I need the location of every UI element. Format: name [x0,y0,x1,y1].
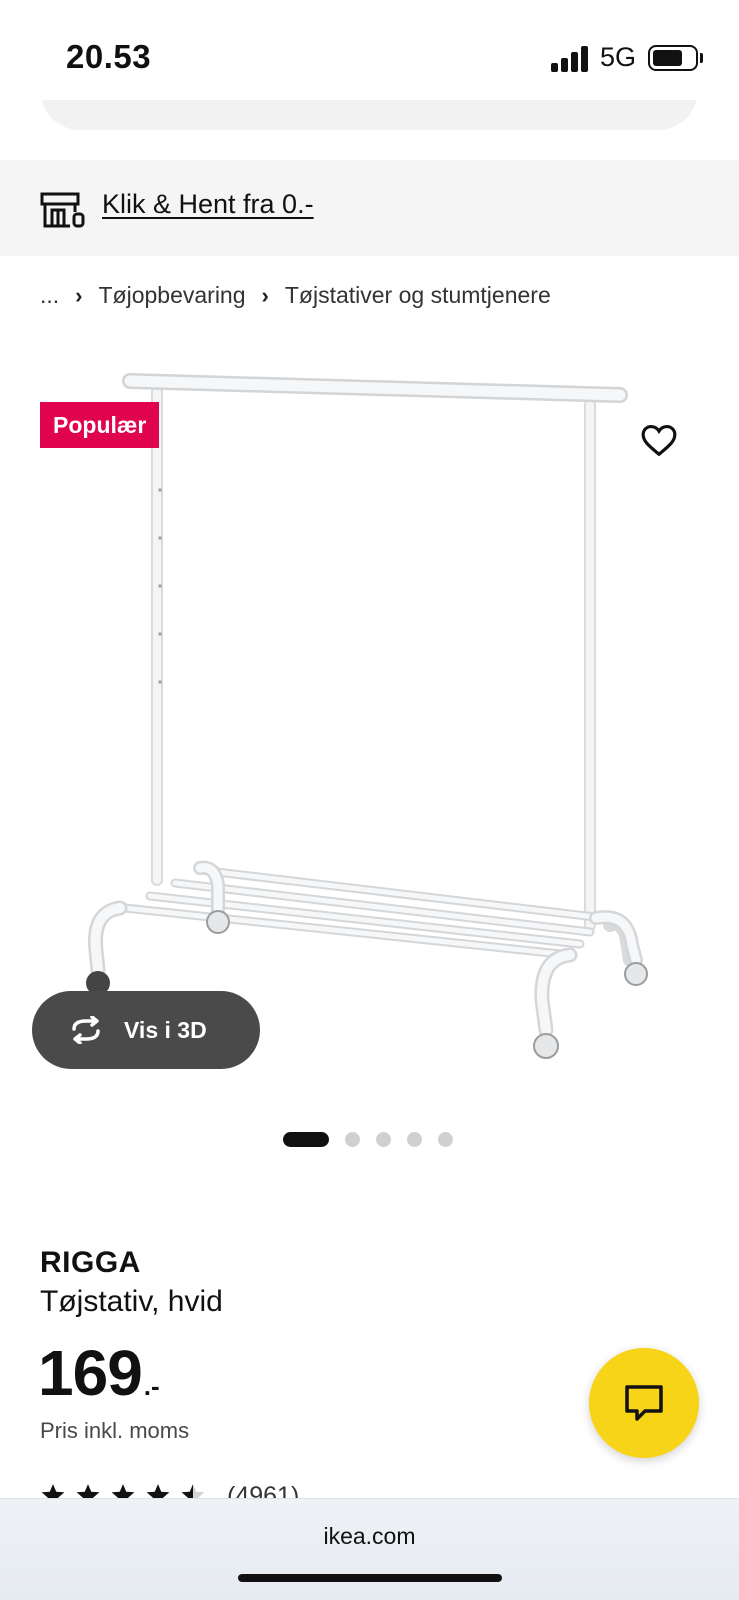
price-suffix: .- [143,1371,160,1401]
breadcrumb-separator: › [75,282,83,308]
popular-badge: Populær [40,402,160,448]
heart-icon[interactable] [640,422,678,458]
breadcrumb-item-clothes-racks[interactable]: Tøjstativer og stumtjenere [285,282,551,309]
chat-bubble-icon [625,1385,663,1421]
chat-button[interactable] [589,1348,699,1458]
store-icon [40,192,85,228]
breadcrumb-ellipsis[interactable]: ... [40,282,59,309]
status-bar: 20.53 5G [0,0,739,100]
click-collect-link[interactable]: Klik & Hent fra 0.- [102,189,314,220]
breadcrumb-item-clothes-storage[interactable]: Tøjopbevaring [99,282,246,309]
url-text[interactable]: ikea.com [0,1523,739,1550]
signal-icon [551,46,591,72]
carousel-indicator [283,1132,453,1147]
product-name: RIGGA [40,1246,141,1279]
carousel-dot-active[interactable] [283,1132,329,1147]
product-description: Tøjstativ, hvid [40,1285,223,1318]
rotate-icon [72,1016,100,1044]
breadcrumb: ... › Tøjopbevaring › Tøjstativer og stu… [40,282,551,309]
carousel-dot[interactable] [407,1132,422,1147]
carousel-dot[interactable] [345,1132,360,1147]
network-label: 5G [600,42,637,72]
breadcrumb-separator: › [261,282,269,308]
view-in-3d-label: Vis i 3D [124,1016,207,1043]
price-integer: 169 [38,1337,143,1409]
carousel-dot[interactable] [376,1132,391,1147]
status-time: 20.53 [66,38,152,75]
view-in-3d-button[interactable]: Vis i 3D [32,991,260,1069]
battery-icon [648,45,698,71]
carousel-dot[interactable] [438,1132,453,1147]
product-price: 169 .- [38,1336,160,1410]
price-note: Pris inkl. moms [40,1418,190,1443]
home-indicator[interactable] [238,1574,502,1582]
